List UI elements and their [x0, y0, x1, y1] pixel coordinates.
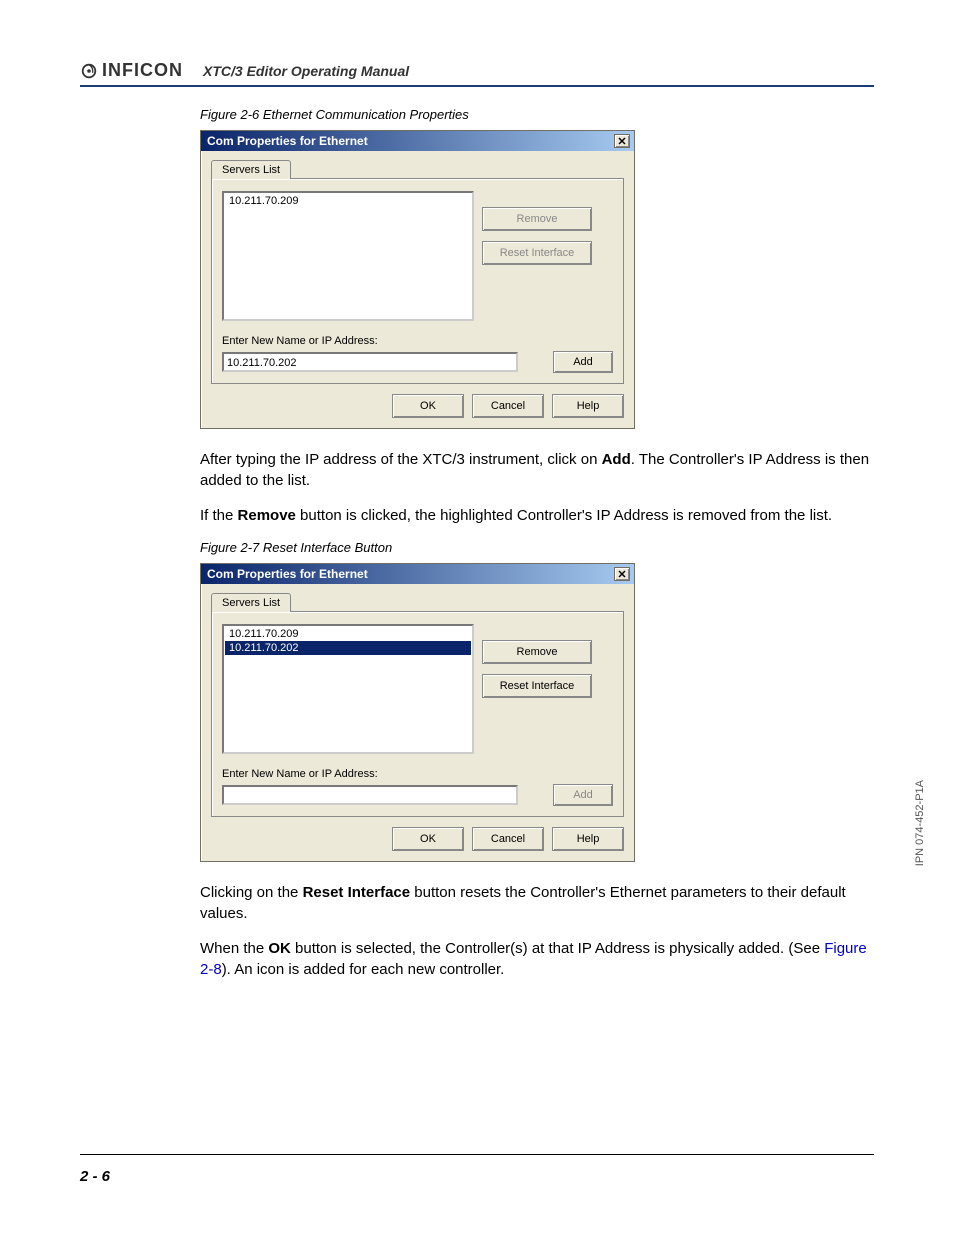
servers-list-tab[interactable]: Servers List — [211, 593, 291, 612]
paragraph-2: If the Remove button is clicked, the hig… — [200, 505, 874, 526]
remove-button[interactable]: Remove — [482, 640, 592, 664]
ok-button[interactable]: OK — [392, 827, 464, 851]
figure-2-7-caption: Figure 2-7 Reset Interface Button — [200, 540, 874, 555]
add-button[interactable]: Add — [553, 351, 613, 373]
com-properties-dialog-2: Com Properties for Ethernet Servers List… — [200, 563, 635, 862]
inficon-logo-icon — [80, 62, 98, 80]
dialog-title: Com Properties for Ethernet — [207, 134, 368, 148]
logo: INFICON — [80, 60, 183, 81]
ip-input-label: Enter New Name or IP Address: — [222, 768, 613, 780]
reset-interface-button[interactable]: Reset Interface — [482, 674, 592, 698]
logo-text: INFICON — [102, 60, 183, 81]
servers-list-tab[interactable]: Servers List — [211, 160, 291, 179]
ip-input-label: Enter New Name or IP Address: — [222, 335, 613, 347]
figure-2-6-caption: Figure 2-6 Ethernet Communication Proper… — [200, 107, 874, 122]
close-icon — [618, 570, 626, 578]
close-button[interactable] — [614, 134, 630, 148]
tab-panel: 10.211.70.209 Remove Reset Interface Ent… — [211, 178, 624, 384]
paragraph-4: When the OK button is selected, the Cont… — [200, 938, 874, 980]
list-item[interactable]: 10.211.70.209 — [225, 194, 471, 208]
manual-title: XTC/3 Editor Operating Manual — [203, 63, 409, 81]
ip-address-input[interactable] — [222, 785, 518, 805]
paragraph-3: Clicking on the Reset Interface button r… — [200, 882, 874, 924]
cancel-button[interactable]: Cancel — [472, 827, 544, 851]
dialog-titlebar[interactable]: Com Properties for Ethernet — [201, 564, 634, 584]
paragraph-1: After typing the IP address of the XTC/3… — [200, 449, 874, 491]
reset-interface-button[interactable]: Reset Interface — [482, 241, 592, 265]
document-ipn: IPN 074-452-P1A — [914, 780, 926, 866]
tab-panel: 10.211.70.209 10.211.70.202 Remove Reset… — [211, 611, 624, 817]
footer-rule — [80, 1154, 874, 1155]
add-button[interactable]: Add — [553, 784, 613, 806]
servers-listbox[interactable]: 10.211.70.209 — [222, 191, 474, 321]
list-item[interactable]: 10.211.70.202 — [225, 641, 471, 655]
page-header: INFICON XTC/3 Editor Operating Manual — [80, 60, 874, 87]
close-icon — [618, 137, 626, 145]
ok-button[interactable]: OK — [392, 394, 464, 418]
cancel-button[interactable]: Cancel — [472, 394, 544, 418]
servers-listbox[interactable]: 10.211.70.209 10.211.70.202 — [222, 624, 474, 754]
remove-button[interactable]: Remove — [482, 207, 592, 231]
com-properties-dialog-1: Com Properties for Ethernet Servers List… — [200, 130, 635, 429]
close-button[interactable] — [614, 567, 630, 581]
page-number: 2 - 6 — [80, 1168, 110, 1185]
ip-address-input[interactable]: 10.211.70.202 — [222, 352, 518, 372]
help-button[interactable]: Help — [552, 827, 624, 851]
list-item[interactable]: 10.211.70.209 — [225, 627, 471, 641]
help-button[interactable]: Help — [552, 394, 624, 418]
dialog-titlebar[interactable]: Com Properties for Ethernet — [201, 131, 634, 151]
dialog-title: Com Properties for Ethernet — [207, 567, 368, 581]
